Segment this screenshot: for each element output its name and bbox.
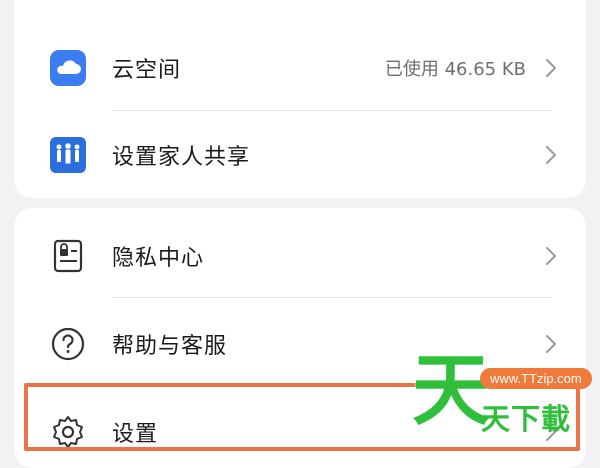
account-services-card: 云空间 已使用 46.65 KB 设置家人共享 <box>14 0 586 198</box>
menu-item-family-sharing[interactable]: 设置家人共享 <box>14 135 586 175</box>
storage-usage-value: 已使用 46.65 KB <box>384 59 526 80</box>
menu-item-cloud-space[interactable]: 云空间 已使用 46.65 KB <box>14 48 586 88</box>
chevron-right-icon <box>542 245 560 267</box>
menu-item-label: 设置家人共享 <box>112 145 251 170</box>
menu-item-privacy-center[interactable]: 隐私中心 <box>14 236 586 276</box>
family-icon <box>50 137 86 173</box>
chevron-right-icon <box>542 333 560 355</box>
chevron-right-icon <box>542 144 560 166</box>
watermark-logo: 天 <box>412 346 491 436</box>
divider <box>112 110 552 111</box>
help-icon <box>50 326 86 362</box>
watermark-url: www.TTzip.com <box>480 368 592 389</box>
menu-item-label: 隐私中心 <box>112 246 205 271</box>
menu-item-help-service[interactable]: 帮助与客服 <box>14 324 586 364</box>
menu-item-label: 云空间 <box>112 58 182 83</box>
chevron-right-icon <box>542 57 560 79</box>
watermark-text: 天下載 <box>481 402 572 436</box>
privacy-icon <box>50 238 86 274</box>
divider <box>112 297 552 298</box>
menu-item-label: 帮助与客服 <box>112 334 228 359</box>
cloud-icon <box>50 50 86 86</box>
